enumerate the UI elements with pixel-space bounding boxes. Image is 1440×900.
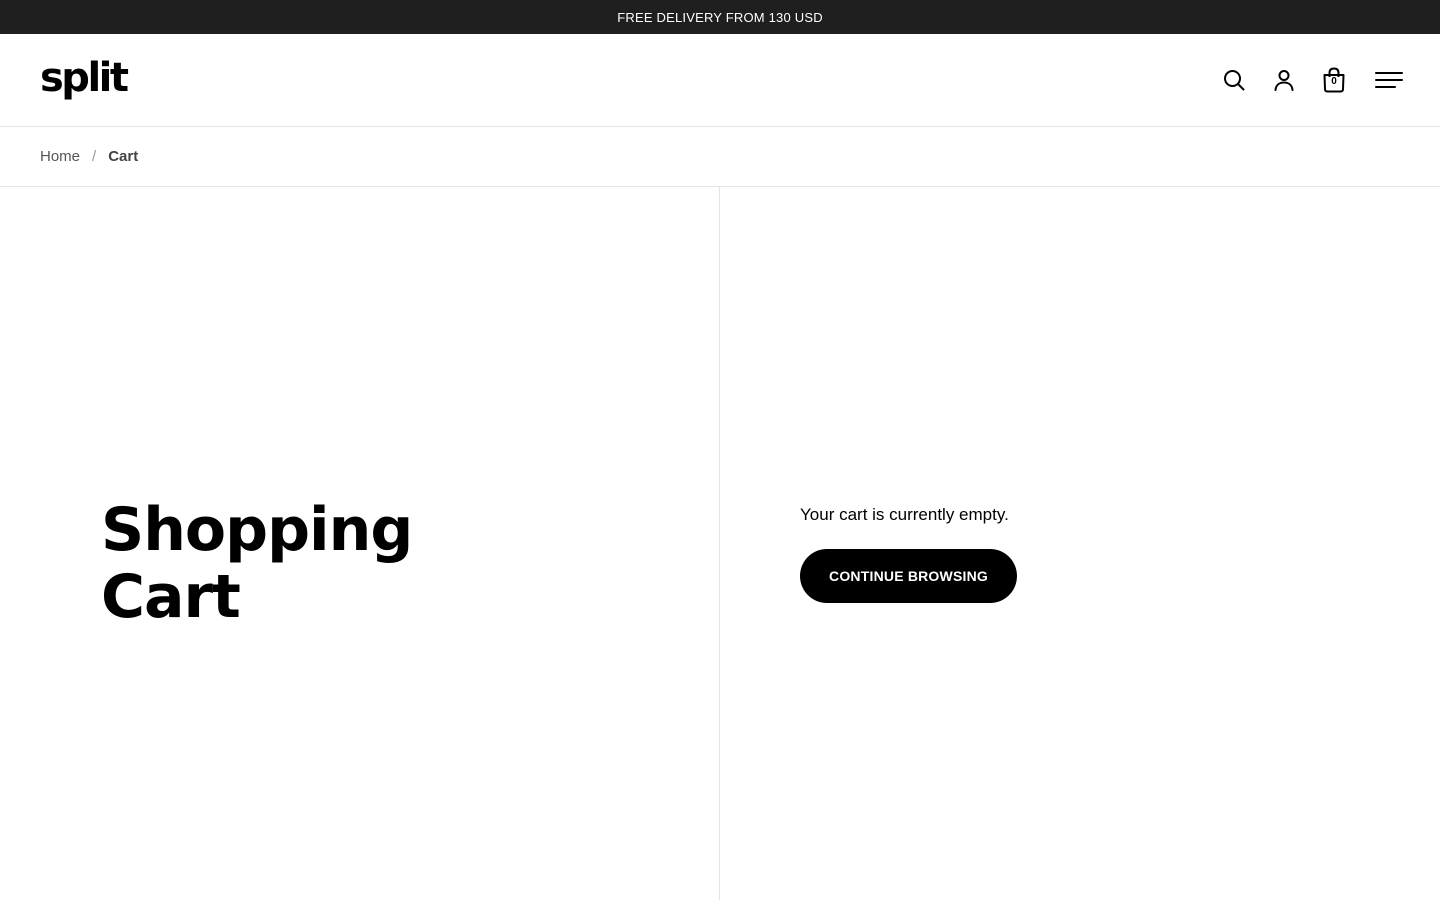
- announcement-text: FREE DELIVERY FROM 130 USD: [617, 9, 823, 25]
- title-panel: Shopping Cart: [0, 187, 720, 900]
- header-icons: 0: [1196, 67, 1404, 93]
- account-button[interactable]: [1272, 68, 1296, 92]
- account-icon: [1274, 70, 1294, 91]
- search-button[interactable]: [1222, 68, 1246, 92]
- continue-browsing-button[interactable]: CONTINUE BROWSING: [800, 548, 1017, 603]
- empty-cart-message: Your cart is currently empty.: [800, 504, 1009, 524]
- breadcrumb: Home / Cart: [0, 127, 1440, 187]
- breadcrumb-current: Cart: [108, 148, 139, 165]
- breadcrumb-separator: /: [92, 148, 97, 165]
- breadcrumb-home-link[interactable]: Home: [40, 148, 80, 165]
- cart-button[interactable]: 0: [1322, 67, 1346, 93]
- announcement-bar: FREE DELIVERY FROM 130 USD: [0, 0, 1440, 34]
- page-title: Shopping Cart: [101, 494, 413, 632]
- cart-panel: Your cart is currently empty. CONTINUE B…: [720, 187, 1440, 900]
- menu-icon: [1375, 72, 1403, 88]
- site-header: split 0: [0, 34, 1440, 127]
- menu-button[interactable]: [1374, 68, 1404, 92]
- logo[interactable]: split: [40, 58, 129, 98]
- search-icon: [1224, 70, 1245, 91]
- main-content: Shopping Cart Your cart is currently emp…: [0, 187, 1440, 900]
- cart-count-badge: 0: [1331, 76, 1337, 87]
